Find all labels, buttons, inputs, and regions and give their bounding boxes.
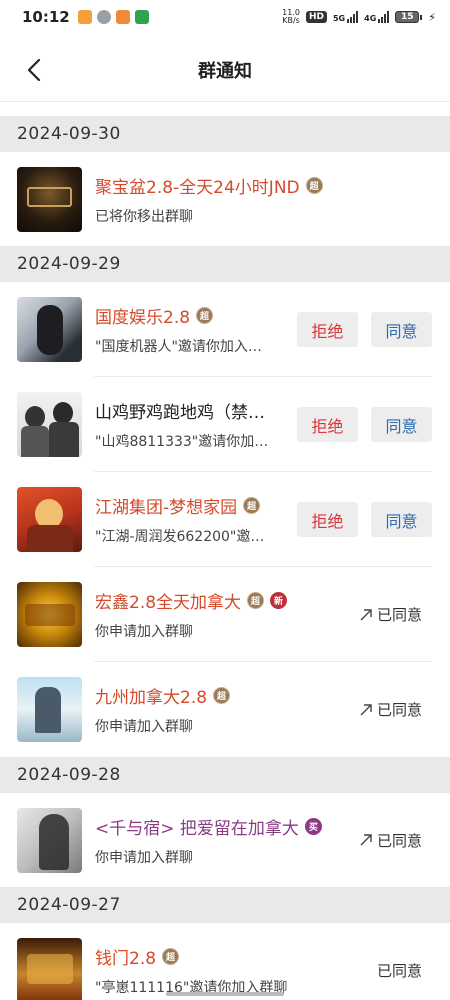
date-section-header: 2024-09-27 <box>0 887 450 923</box>
super-group-badge: 超 <box>305 176 323 194</box>
game-app-icon <box>115 10 130 24</box>
arrow-up-right-icon <box>360 703 372 715</box>
page-title: 群通知 <box>198 60 252 82</box>
network-speed: 11.0 KB/s <box>282 8 300 25</box>
group-avatar[interactable] <box>17 582 82 647</box>
notification-message: 你申请加入群聊 <box>95 849 193 866</box>
notification-message: 你申请加入群聊 <box>95 624 193 640</box>
back-button[interactable] <box>16 52 52 88</box>
notification-row[interactable]: 九州加拿大2.8 超 你申请加入群聊 已同意 <box>0 662 450 757</box>
super-group-badge: 超 <box>247 592 265 609</box>
super-group-badge: 超 <box>243 497 261 514</box>
group-avatar[interactable] <box>17 677 82 742</box>
notification-row[interactable]: 钱门2.8 超 "亭崽111116"邀请你加入群聊 已同意 <box>0 923 450 1000</box>
group-avatar[interactable] <box>17 297 82 362</box>
accept-button[interactable]: 同意 <box>371 312 432 347</box>
battery-icon: 15 <box>395 11 423 23</box>
accepted-status: 已同意 <box>376 962 422 980</box>
group-avatar[interactable] <box>17 166 82 232</box>
notification-row[interactable]: 聚宝盆2.8-全天24小时JND 超 已将你移出群聊 <box>0 152 450 246</box>
notification-list[interactable]: 2024-09-30 聚宝盆2.8-全天24小时JND 超 已将你移出群聊 20… <box>0 116 450 1000</box>
arrow-up-right-icon <box>360 834 372 846</box>
status-bar: 10:12 11.0 KB/s HD 5G 4G 15 ⚡ <box>0 0 450 34</box>
group-name: <千与宿> 把爱留在加拿大 <box>95 818 299 839</box>
group-avatar[interactable] <box>17 938 82 1000</box>
notification-row[interactable]: <千与宿> 把爱留在加拿大 买 你申请加入群聊 已同意 <box>0 793 450 887</box>
header-bar: 群通知 <box>0 38 450 102</box>
group-avatar[interactable] <box>17 807 82 873</box>
group-name: 江湖集团-梦想家园 <box>95 498 238 518</box>
group-avatar[interactable] <box>17 392 82 457</box>
4g-signal-icon: 4G <box>364 11 390 23</box>
group-name: 钱门2.8 <box>95 949 157 969</box>
notification-row[interactable]: 宏鑫2.8全天加拿大 超 新 你申请加入群聊 已同意 <box>0 567 450 662</box>
notification-message: 你申请加入群聊 <box>95 719 193 735</box>
new-group-badge: 新 <box>270 592 288 609</box>
notification-message: 已将你移出群聊 <box>95 208 193 225</box>
notification-message: "江湖-周润发662200"邀… <box>95 529 265 545</box>
5g-signal-icon: 5G <box>333 11 359 23</box>
date-section-header: 2024-09-28 <box>0 757 450 793</box>
reject-button[interactable]: 拒绝 <box>297 312 358 347</box>
paid-group-badge: 买 <box>304 817 322 835</box>
reject-button[interactable]: 拒绝 <box>297 407 358 442</box>
accepted-status: 已同意 <box>359 699 422 720</box>
group-name: 聚宝盆2.8-全天24小时JND <box>95 177 300 198</box>
super-group-badge: 超 <box>162 948 180 965</box>
green-app-icon <box>134 10 149 24</box>
wechat-app-icon <box>96 10 111 24</box>
accept-button[interactable]: 同意 <box>371 502 432 537</box>
group-name: 九州加拿大2.8 <box>95 688 208 708</box>
notification-row[interactable]: 山鸡野鸡跑地鸡（禁… "山鸡8811333"邀请你加… 拒绝 同意 <box>0 377 450 472</box>
super-group-badge: 超 <box>196 307 214 324</box>
chevron-left-icon <box>27 58 41 82</box>
charging-icon: ⚡ <box>428 10 436 24</box>
accepted-status: 已同意 <box>359 830 422 851</box>
group-name: 山鸡野鸡跑地鸡（禁… <box>95 403 265 423</box>
date-section-header: 2024-09-29 <box>0 246 450 282</box>
accepted-status: 已同意 <box>359 604 422 625</box>
group-avatar[interactable] <box>17 487 82 552</box>
notification-row[interactable]: 江湖集团-梦想家园 超 "江湖-周润发662200"邀… 拒绝 同意 <box>0 472 450 567</box>
notification-message: "国度机器人"邀请你加入… <box>95 339 262 355</box>
super-group-badge: 超 <box>213 687 231 704</box>
notification-row[interactable]: 国度娱乐2.8 超 "国度机器人"邀请你加入… 拒绝 同意 <box>0 282 450 377</box>
group-name: 宏鑫2.8全天加拿大 <box>95 593 242 613</box>
group-name: 国度娱乐2.8 <box>95 308 191 328</box>
hd-icon: HD <box>305 11 327 23</box>
accept-button[interactable]: 同意 <box>371 407 432 442</box>
status-time: 10:12 <box>22 8 70 26</box>
date-section-header: 2024-09-30 <box>0 116 450 152</box>
arrow-up-right-icon <box>360 608 372 620</box>
reject-button[interactable]: 拒绝 <box>297 502 358 537</box>
home-indicator[interactable] <box>166 992 284 996</box>
notification-message: "山鸡8811333"邀请你加… <box>95 434 269 450</box>
weibo-app-icon <box>77 10 92 24</box>
